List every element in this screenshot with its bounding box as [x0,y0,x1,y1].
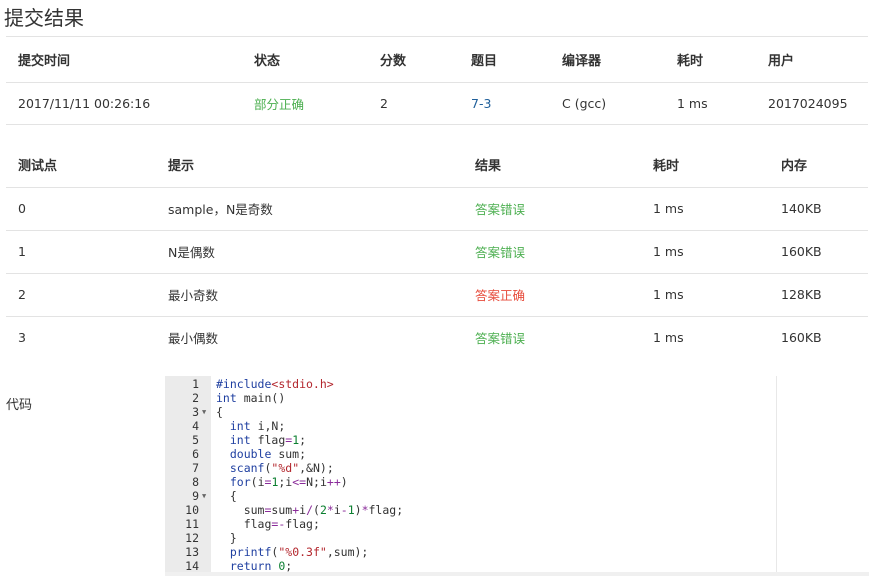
user-value: 2017024095 [768,82,868,125]
line-number: 8 [192,475,199,489]
code-line: 5 int flag=1; [165,433,776,447]
fold-toggle-icon[interactable]: ▼ [202,489,206,503]
testcase-memory: 160KB [781,230,868,274]
status-badge: 部分正确 [254,82,380,125]
table-row: 1 N是偶数 答案错误 1 ms 160KB [6,230,868,274]
line-number: 10 [185,503,199,517]
code-line: 6 double sum; [165,447,776,461]
testcase-hint: N是偶数 [168,230,475,274]
code-editor[interactable]: 1 #include<stdio.h> 2 int main() 3 ▼{4 int i,… [165,376,777,576]
testcase-id: 1 [6,230,168,274]
compiler-value: C (gcc) [562,82,677,125]
testcase-table: 测试点 提示 结果 耗时 内存 0 sample，N是奇数 答案错误 1 ms … [6,143,868,359]
header-submit-time: 提交时间 [6,36,254,83]
testcase-id: 2 [6,273,168,317]
testcase-id: 3 [18,330,26,346]
code-text: int i,N; [229,419,286,433]
code-text: { [216,405,223,419]
header-compiler: 编译器 [562,36,677,83]
header-testcase: 测试点 [6,143,168,188]
testcase-time: 1 ms [653,230,781,274]
submission-table: 提交时间 状态 分数 题目 编译器 耗时 用户 2017/11/11 00:26… [6,36,868,125]
code-label: 代码 [6,398,33,413]
testcase-time: 1 ms [653,273,781,317]
code-line: 2 int main() [165,391,776,405]
code-line: 3 ▼ { [165,405,776,419]
score-value: 2 [380,82,471,125]
testcase-memory: 140KB [781,187,868,231]
code-line: 9 ▼ { [165,489,776,503]
code-text: return 0; [229,559,293,573]
line-number: 4 [192,419,199,433]
line-number: 12 [185,531,199,545]
line-number: 13 [185,545,199,559]
testcase-time: 1 ms [653,330,684,346]
code-text: #include<stdio.h> [216,377,334,391]
header-status: 状态 [254,36,380,83]
code-line: 13 printf("%0.3f",sum); [165,545,776,559]
testcase-memory: 160KB [781,330,822,346]
line-number: 11 [185,517,199,531]
horizontal-scrollbar[interactable] [165,572,869,576]
line-number: 9 [192,489,199,503]
code-text: { [216,489,237,503]
testcase-hint: 最小奇数 [168,273,475,317]
line-number: 14 [185,559,199,573]
code-line: 10 sum=sum+i/(2*i-1)*flag; [165,503,776,517]
testcase-result: 答案错误 [475,230,653,274]
header-duration: 耗时 [677,36,768,83]
header-hint: 提示 [168,143,475,188]
code-line: 14 return 0; [165,559,776,573]
code-line: 7 scanf("%d",&N); [165,461,776,475]
problem-link[interactable]: 7-3 [471,82,562,125]
code-text: flag=-flag; [216,517,320,531]
testcase-header-row: 测试点 提示 结果 耗时 内存 [6,143,868,188]
header-score: 分数 [380,36,471,83]
testcase-result: 答案错误 [475,331,526,347]
code-text: scanf("%d",&N); [229,461,334,475]
code-line: 8 for(i=1;i<=N;i++) [165,475,776,489]
testcase-hint: 最小偶数 [168,331,219,347]
testcase-time: 1 ms [653,187,781,231]
table-row: 3 最小偶数 答案错误 1 ms 160KB [6,316,868,359]
code-text: printf("%0.3f",sum); [229,545,369,559]
code-line: 12 } [165,531,776,545]
testcase-result: 答案错误 [475,187,653,231]
code-text: int flag=1; [229,433,307,447]
submission-header-row: 提交时间 状态 分数 题目 编译器 耗时 用户 [6,36,868,83]
testcase-id: 0 [6,187,168,231]
line-number: 2 [192,391,199,405]
line-number: 5 [192,433,199,447]
header-result: 结果 [475,143,653,188]
submission-row: 2017/11/11 00:26:16 部分正确 2 7-3 C (gcc) 1… [6,82,868,125]
fold-toggle-icon[interactable]: ▼ [202,405,206,419]
line-number: 1 [192,377,199,391]
testcase-result: 答案正确 [475,273,653,317]
code-text: } [216,531,237,545]
header-user: 用户 [768,36,868,83]
line-number: 7 [192,461,199,475]
submit-time: 2017/11/11 00:26:16 [6,82,254,125]
code-line: 11 flag=-flag; [165,517,776,531]
code-line: 4 int i,N; [165,419,776,433]
header-memory: 内存 [781,143,868,188]
line-number: 3 [192,405,199,419]
duration-value: 1 ms [677,82,768,125]
code-line: 1 #include<stdio.h> [165,377,776,391]
header-problem: 题目 [471,36,562,83]
table-row: 0 sample，N是奇数 答案错误 1 ms 140KB [6,187,868,231]
header-time: 耗时 [653,143,781,188]
code-text: sum=sum+i/(2*i-1)*flag; [216,503,404,517]
testcase-hint: sample，N是奇数 [168,187,475,231]
code-text: double sum; [229,447,307,461]
code-text: for(i=1;i<=N;i++) [229,475,348,489]
page-title: 提交结果 [4,6,84,30]
line-number: 6 [192,447,199,461]
table-row: 2 最小奇数 答案正确 1 ms 128KB [6,273,868,317]
testcase-memory: 128KB [781,273,868,317]
code-text: int main() [216,391,286,405]
